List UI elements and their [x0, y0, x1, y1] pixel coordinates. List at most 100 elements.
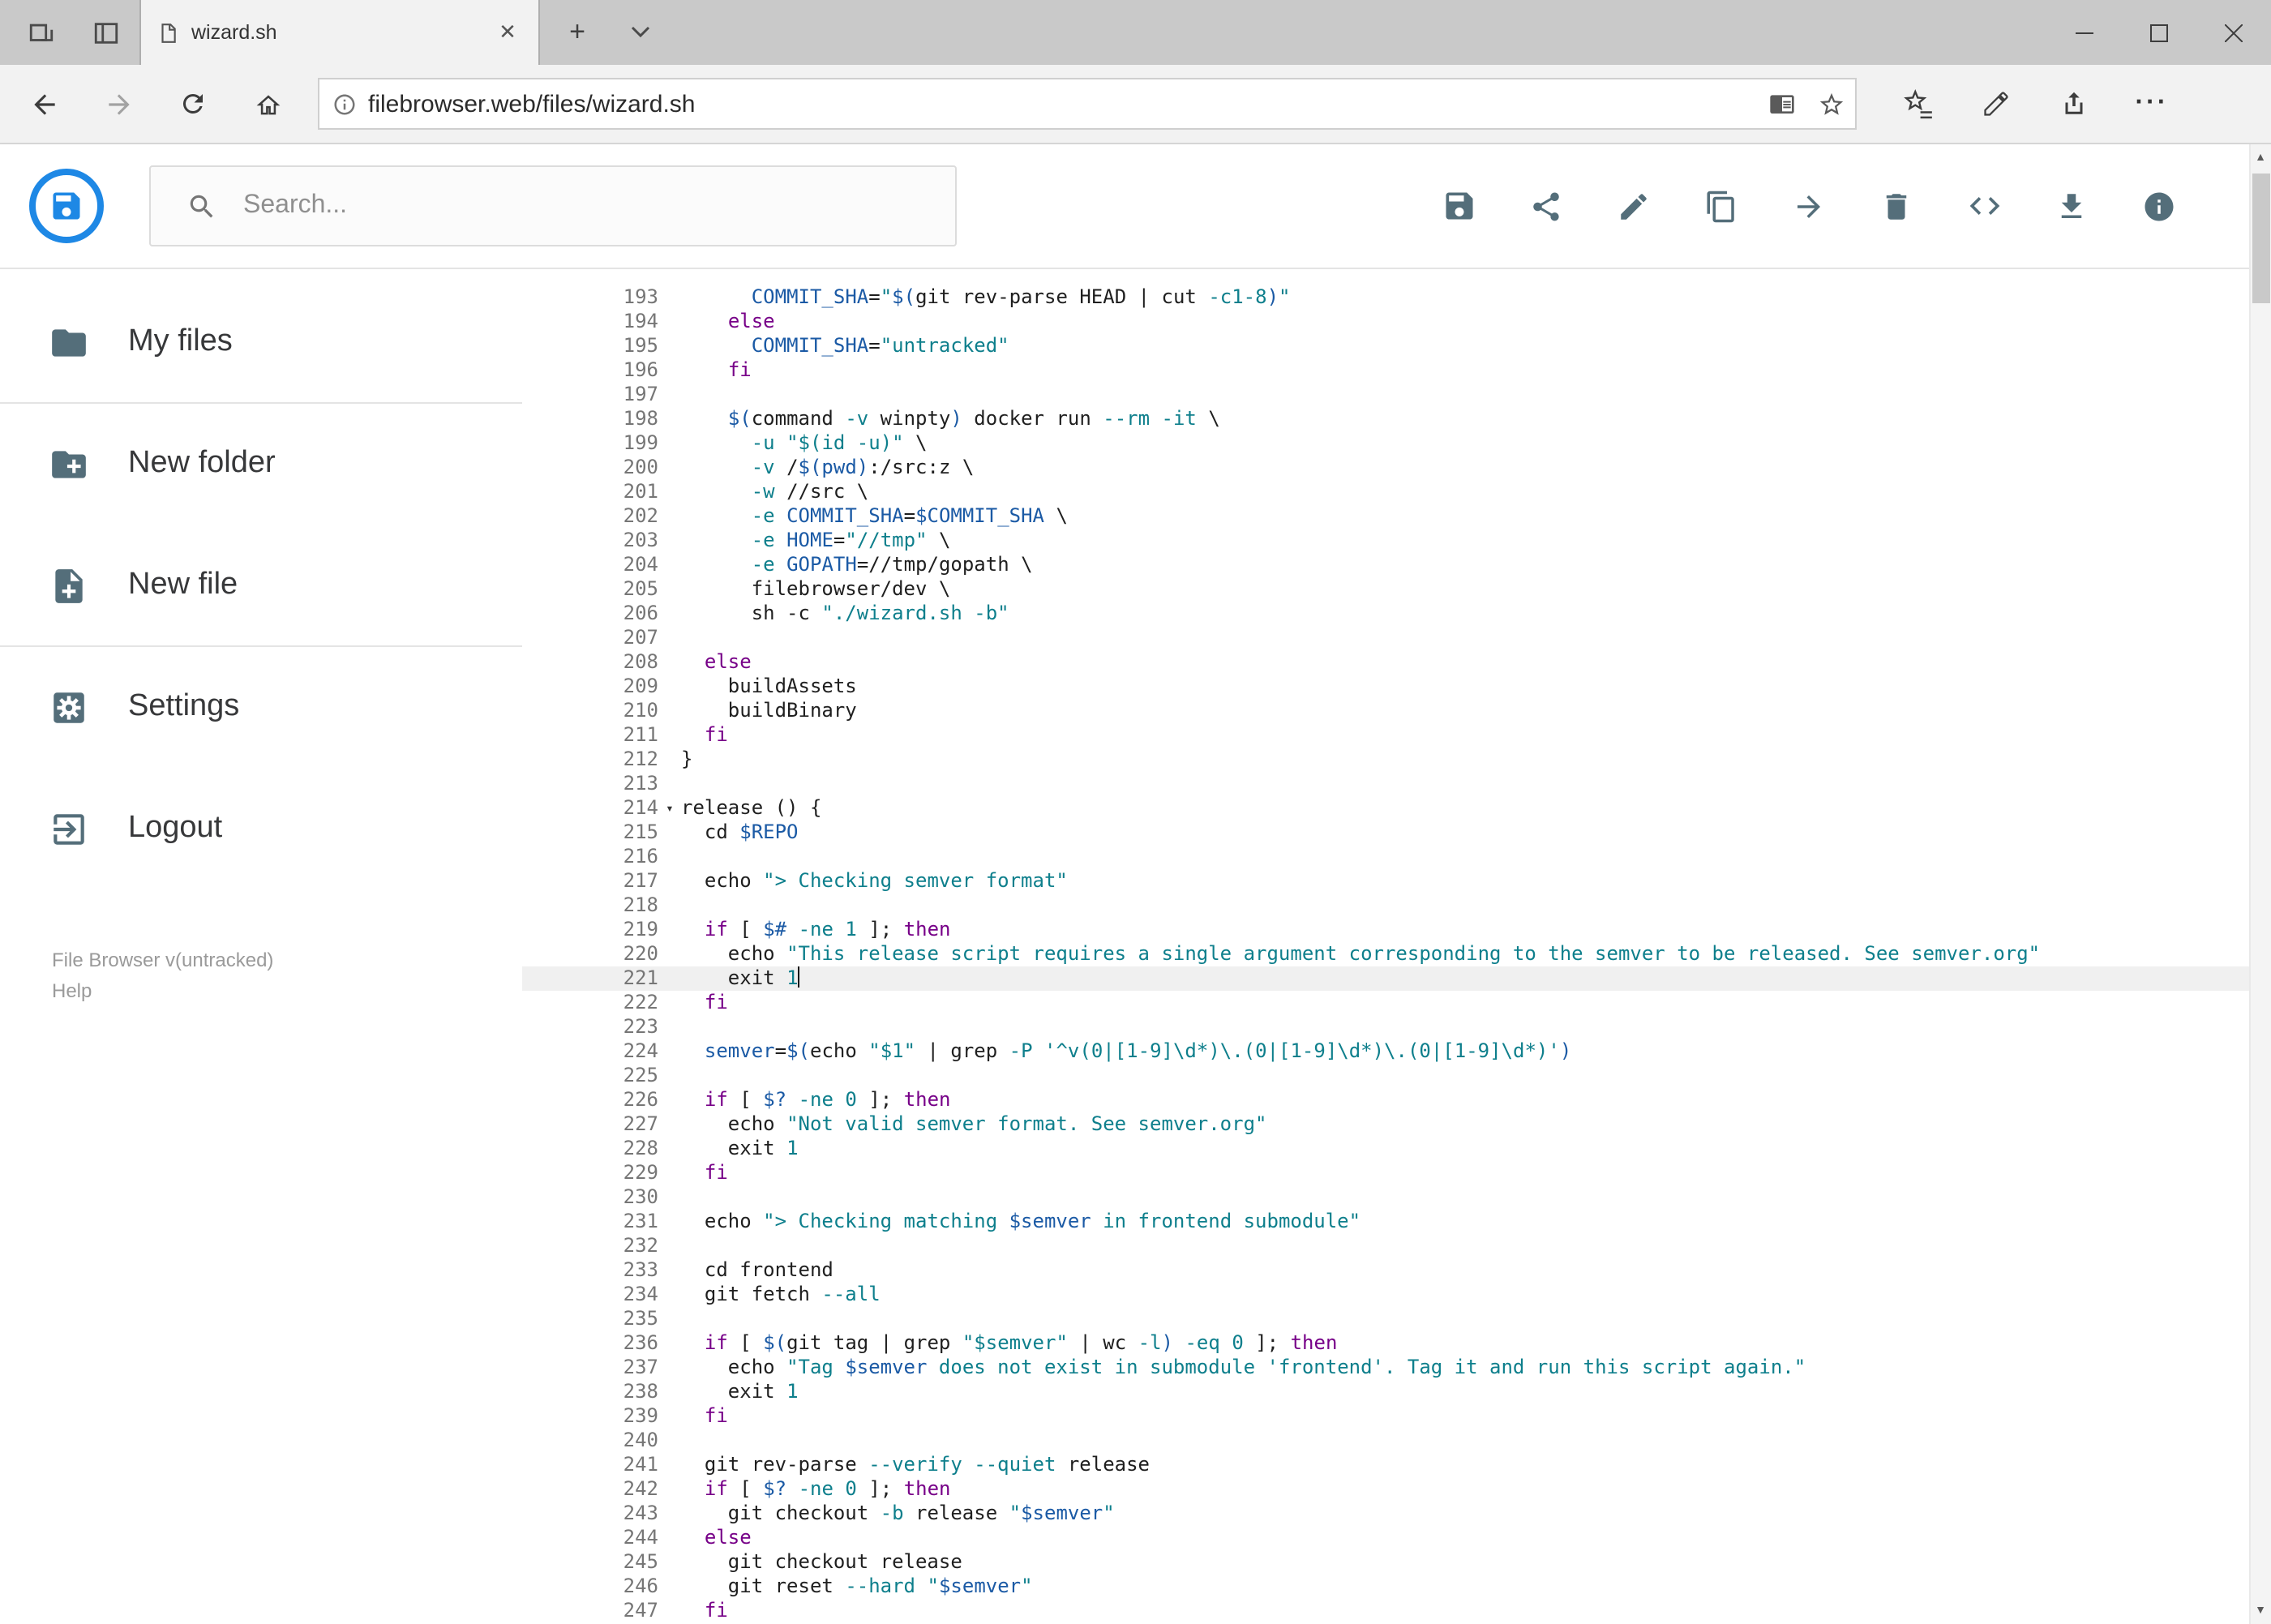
code-text[interactable]: exit 1 — [681, 1137, 2248, 1161]
code-line[interactable]: 241 git rev-parse --verify --quiet relea… — [522, 1453, 2248, 1477]
tab-preview-chevron-icon[interactable] — [613, 0, 668, 65]
tabs-set-aside-icon[interactable] — [75, 0, 136, 65]
close-window-button[interactable] — [2196, 0, 2271, 65]
search-box[interactable] — [149, 165, 957, 246]
tab-wizard-sh[interactable]: wizard.sh ✕ — [139, 0, 540, 65]
code-text[interactable]: fi — [681, 358, 2248, 383]
code-text[interactable]: exit 1 — [681, 1380, 2248, 1404]
download-icon[interactable] — [2054, 188, 2089, 224]
scroll-down-icon[interactable]: ▼ — [2250, 1596, 2271, 1624]
code-line[interactable]: 225 — [522, 1064, 2248, 1088]
code-line[interactable]: 201 -w //src \ — [522, 480, 2248, 504]
url-text[interactable]: filebrowser.web/files/wizard.sh — [368, 90, 1758, 118]
code-text[interactable]: exit 1 — [681, 966, 2248, 991]
code-text[interactable]: if [ $? -ne 0 ]; then — [681, 1477, 2248, 1502]
code-line[interactable]: 213 — [522, 772, 2248, 796]
code-line[interactable]: 203 -e HOME="//tmp" \ — [522, 529, 2248, 553]
code-text[interactable]: } — [681, 748, 2248, 772]
maximize-button[interactable] — [2122, 0, 2196, 65]
code-text[interactable]: echo "This release script requires a sin… — [681, 942, 2248, 966]
code-line[interactable]: 237 echo "Tag $semver does not exist in … — [522, 1356, 2248, 1380]
home-button[interactable] — [230, 68, 305, 139]
code-text[interactable]: if [ $(git tag | grep "$semver" | wc -l)… — [681, 1331, 2248, 1356]
code-line[interactable]: 226 if [ $? -ne 0 ]; then — [522, 1088, 2248, 1112]
code-text[interactable] — [681, 1185, 2248, 1210]
code-line[interactable]: 206 sh -c "./wizard.sh -b" — [522, 602, 2248, 626]
edit-icon[interactable] — [1616, 188, 1652, 224]
code-text[interactable]: release () { — [681, 796, 2248, 821]
code-line[interactable]: 234 git fetch --all — [522, 1283, 2248, 1307]
sidebar-item-my-files[interactable]: My files — [0, 303, 522, 381]
code-line[interactable]: 239 fi — [522, 1404, 2248, 1429]
code-text[interactable]: else — [681, 650, 2248, 675]
help-link[interactable]: Help — [52, 976, 522, 1007]
code-line[interactable]: 232 — [522, 1234, 2248, 1258]
code-editor[interactable]: 193 COMMIT_SHA="$(git rev-parse HEAD | c… — [522, 269, 2248, 1624]
code-text[interactable]: $(command -v winpty) docker run --rm -it… — [681, 407, 2248, 431]
delete-icon[interactable] — [1879, 188, 1914, 224]
code-line[interactable]: 228 exit 1 — [522, 1137, 2248, 1161]
code-line[interactable]: 236 if [ $(git tag | grep "$semver" | wc… — [522, 1331, 2248, 1356]
code-text[interactable]: if [ $# -ne 1 ]; then — [681, 918, 2248, 942]
code-text[interactable]: cd frontend — [681, 1258, 2248, 1283]
code-line[interactable]: 218 — [522, 893, 2248, 918]
code-line[interactable]: 197 — [522, 383, 2248, 407]
code-text[interactable]: filebrowser/dev \ — [681, 577, 2248, 602]
code-line[interactable]: 231 echo "> Checking matching $semver in… — [522, 1210, 2248, 1234]
code-line[interactable]: 212} — [522, 748, 2248, 772]
code-line[interactable]: 247 fi — [522, 1599, 2248, 1623]
code-line[interactable]: 217 echo "> Checking semver format" — [522, 869, 2248, 893]
code-line[interactable]: 229 fi — [522, 1161, 2248, 1185]
code-text[interactable]: COMMIT_SHA="untracked" — [681, 334, 2248, 358]
tab-close-icon[interactable]: ✕ — [493, 18, 522, 47]
code-line[interactable]: 207 — [522, 626, 2248, 650]
scroll-up-icon[interactable]: ▲ — [2250, 144, 2271, 172]
code-line[interactable]: 223 — [522, 1015, 2248, 1039]
code-text[interactable]: -v /$(pwd):/src:z \ — [681, 456, 2248, 480]
code-line[interactable]: 243 git checkout -b release "$semver" — [522, 1502, 2248, 1526]
code-line[interactable]: 246 git reset --hard "$semver" — [522, 1575, 2248, 1599]
code-line[interactable]: 205 filebrowser/dev \ — [522, 577, 2248, 602]
code-text[interactable]: -w //src \ — [681, 480, 2248, 504]
code-view-icon[interactable] — [1966, 188, 2002, 224]
code-text[interactable]: echo "Tag $semver does not exist in subm… — [681, 1356, 2248, 1380]
more-options-icon[interactable]: ··· — [2113, 68, 2191, 139]
code-text[interactable]: semver=$(echo "$1" | grep -P '^v(0|[1-9]… — [681, 1039, 2248, 1064]
code-text[interactable] — [681, 1015, 2248, 1039]
code-text[interactable]: echo "> Checking matching $semver in fro… — [681, 1210, 2248, 1234]
add-favorite-star-icon[interactable] — [1806, 79, 1855, 128]
code-line[interactable]: 216 — [522, 845, 2248, 869]
move-icon[interactable] — [1791, 188, 1827, 224]
code-text[interactable]: cd $REPO — [681, 821, 2248, 845]
code-line[interactable]: 193 COMMIT_SHA="$(git rev-parse HEAD | c… — [522, 285, 2248, 310]
code-line[interactable]: 242 if [ $? -ne 0 ]; then — [522, 1477, 2248, 1502]
code-text[interactable]: fi — [681, 1404, 2248, 1429]
code-line[interactable]: 209 buildAssets — [522, 675, 2248, 699]
filebrowser-logo[interactable] — [29, 169, 104, 243]
code-text[interactable] — [681, 893, 2248, 918]
code-line[interactable]: 202 -e COMMIT_SHA=$COMMIT_SHA \ — [522, 504, 2248, 529]
code-text[interactable]: sh -c "./wizard.sh -b" — [681, 602, 2248, 626]
set-tabs-aside-icon[interactable] — [10, 0, 71, 65]
refresh-button[interactable] — [156, 68, 230, 139]
code-text[interactable]: else — [681, 310, 2248, 334]
code-line[interactable]: 198 $(command -v winpty) docker run --rm… — [522, 407, 2248, 431]
fold-arrow-icon[interactable]: ▾ — [658, 796, 681, 821]
code-line[interactable]: 235 — [522, 1307, 2248, 1331]
code-text[interactable] — [681, 1429, 2248, 1453]
favorites-hub-icon[interactable] — [1879, 68, 1957, 139]
info-icon[interactable] — [2141, 188, 2177, 224]
code-line[interactable]: 200 -v /$(pwd):/src:z \ — [522, 456, 2248, 480]
sidebar-item-new-file[interactable]: New file — [0, 546, 522, 624]
code-text[interactable]: -u "$(id -u)" \ — [681, 431, 2248, 456]
back-button[interactable] — [6, 68, 81, 139]
code-line[interactable]: 214 ▾ release () { — [522, 796, 2248, 821]
code-text[interactable] — [681, 1064, 2248, 1088]
code-text[interactable]: -e COMMIT_SHA=$COMMIT_SHA \ — [681, 504, 2248, 529]
code-text[interactable]: echo "> Checking semver format" — [681, 869, 2248, 893]
code-line[interactable]: 210 buildBinary — [522, 699, 2248, 723]
code-text[interactable]: -e HOME="//tmp" \ — [681, 529, 2248, 553]
copy-icon[interactable] — [1703, 188, 1739, 224]
sidebar-item-logout[interactable]: Logout — [0, 790, 522, 868]
code-text[interactable]: fi — [681, 723, 2248, 748]
